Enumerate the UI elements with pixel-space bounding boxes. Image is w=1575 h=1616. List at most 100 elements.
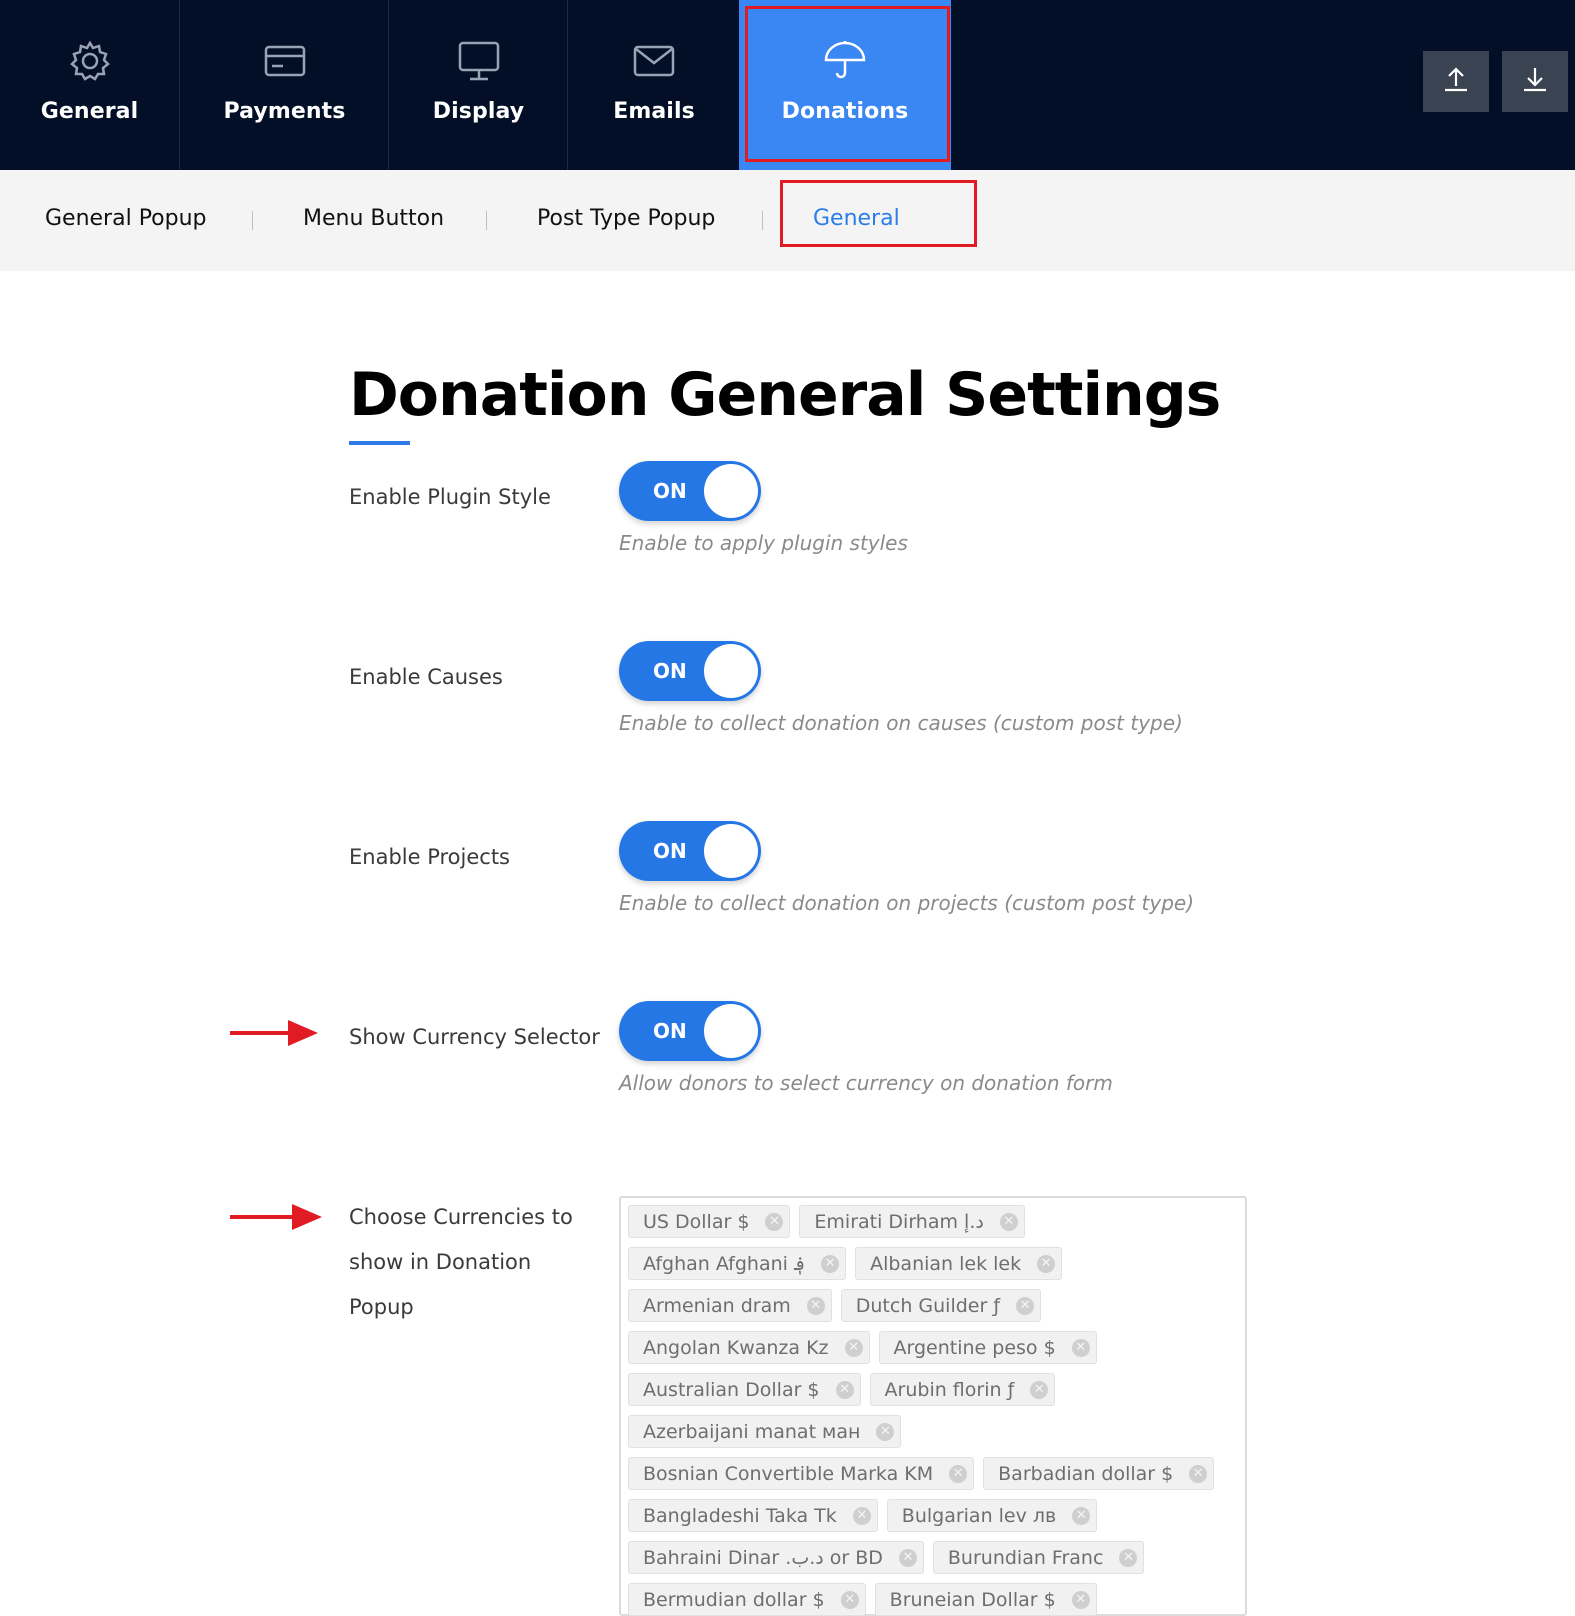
currency-chip: Bermudian dollar $ ✕	[628, 1583, 866, 1616]
currency-chip-label: Argentine peso $	[893, 1336, 1056, 1359]
currency-chip: Bosnian Convertible Marka KM ✕	[628, 1457, 975, 1490]
currency-chip-label: US Dollar $	[643, 1210, 750, 1233]
currency-chip: Dutch Guilder ƒ ✕	[840, 1289, 1042, 1322]
page-title: Donation General Settings	[349, 360, 1221, 430]
sub-nav: General Popup Menu Button Post Type Popu…	[0, 170, 1575, 271]
monitor-icon	[457, 40, 501, 82]
currencies-multiselect[interactable]: US Dollar $ ✕ Emirati Dirham د.إ ✕ Afghan Af…	[619, 1196, 1247, 1616]
currency-chip-label: Bruneian Dollar $	[889, 1588, 1056, 1611]
currency-chip-label: Angolan Kwanza Kz	[643, 1336, 829, 1359]
setting-label-currency-selector: Show Currency Selector	[349, 1025, 600, 1049]
currency-chip-label: Australian Dollar $	[643, 1378, 820, 1401]
currency-chip: Bahraini Dinar .د.ب or BD ✕	[628, 1541, 924, 1574]
setting-label-causes: Enable Causes	[349, 665, 503, 689]
remove-chip-icon[interactable]: ✕	[844, 1338, 863, 1357]
currency-chip-label: Bulgarian lev лв	[901, 1504, 1057, 1527]
currency-chip: Azerbaijani manat ман ✕	[628, 1415, 902, 1448]
gear-icon	[68, 40, 112, 82]
toggle-state: ON	[653, 839, 687, 863]
currency-chip-label: Afghan Afghani ؋	[643, 1252, 806, 1275]
highlight-box-general	[780, 180, 977, 247]
plugin-style-toggle[interactable]: ON	[619, 461, 761, 521]
currency-chip-label: Dutch Guilder ƒ	[855, 1294, 1001, 1317]
remove-chip-icon[interactable]: ✕	[876, 1422, 895, 1441]
subtab-divider	[762, 211, 763, 230]
toggle-state: ON	[653, 479, 687, 503]
setting-label-projects: Enable Projects	[349, 845, 510, 869]
currency-chip: Albanian lek lek ✕	[855, 1247, 1063, 1280]
setting-description: Enable to collect donation on causes (cu…	[619, 711, 1183, 735]
tab-payments[interactable]: Payments	[181, 0, 389, 170]
tab-label: Payments	[223, 99, 346, 124]
setting-label-currencies: Choose Currencies to show in Donation Po…	[349, 1195, 573, 1330]
setting-description: Allow donors to select currency on donat…	[619, 1071, 1113, 1095]
toggle-knob	[704, 824, 758, 878]
toggle-knob	[704, 644, 758, 698]
red-arrow-icon	[230, 1204, 322, 1230]
remove-chip-icon[interactable]: ✕	[806, 1296, 825, 1315]
download-icon	[1521, 65, 1549, 98]
subtab-general-popup[interactable]: General Popup	[45, 206, 207, 231]
remove-chip-icon[interactable]: ✕	[852, 1506, 871, 1525]
remove-chip-icon[interactable]: ✕	[1030, 1380, 1049, 1399]
remove-chip-icon[interactable]: ✕	[1071, 1338, 1090, 1357]
export-button[interactable]	[1423, 51, 1489, 112]
remove-chip-icon[interactable]: ✕	[1189, 1464, 1208, 1483]
currency-chip: Angolan Kwanza Kz ✕	[628, 1331, 870, 1364]
currency-chip-label: Azerbaijani manat ман	[643, 1420, 861, 1443]
currency-chip-label: Albanian lek lek	[870, 1252, 1022, 1275]
subtab-post-type-popup[interactable]: Post Type Popup	[537, 206, 715, 231]
tab-general[interactable]: General	[0, 0, 180, 170]
remove-chip-icon[interactable]: ✕	[835, 1380, 854, 1399]
setting-description: Enable to collect donation on projects (…	[619, 891, 1195, 915]
tab-emails[interactable]: Emails	[569, 0, 739, 170]
credit-card-icon	[263, 40, 307, 82]
highlight-box-donations	[745, 6, 950, 162]
subtab-divider	[486, 211, 487, 230]
import-button[interactable]	[1502, 51, 1568, 112]
remove-chip-icon[interactable]: ✕	[1037, 1254, 1056, 1273]
currency-chip: Emirati Dirham د.إ ✕	[799, 1205, 1025, 1238]
remove-chip-icon[interactable]: ✕	[821, 1254, 840, 1273]
top-nav: General Payments Display Emails Donation…	[0, 0, 1575, 170]
envelope-icon	[632, 40, 676, 82]
currency-chip: Arubin florin ƒ ✕	[869, 1373, 1056, 1406]
remove-chip-icon[interactable]: ✕	[1071, 1590, 1090, 1609]
causes-toggle[interactable]: ON	[619, 641, 761, 701]
currency-chip-label: Bangladeshi Taka Tk	[643, 1504, 837, 1527]
remove-chip-icon[interactable]: ✕	[1072, 1506, 1091, 1525]
currency-chip-label: Barbadian dollar $	[998, 1462, 1174, 1485]
remove-chip-icon[interactable]: ✕	[1119, 1548, 1138, 1567]
tab-label: Display	[432, 99, 525, 124]
label-line: Choose Currencies to	[349, 1205, 573, 1229]
currency-chip: Armenian dram ✕	[628, 1289, 832, 1322]
currency-chip: Bangladeshi Taka Tk ✕	[628, 1499, 878, 1532]
remove-chip-icon[interactable]: ✕	[898, 1548, 917, 1567]
label-line: Popup	[349, 1295, 414, 1319]
subtab-menu-button[interactable]: Menu Button	[303, 206, 444, 231]
setting-description: Enable to apply plugin styles	[619, 531, 908, 555]
currency-chip: Australian Dollar $ ✕	[628, 1373, 861, 1406]
remove-chip-icon[interactable]: ✕	[949, 1464, 968, 1483]
currency-chip: Barbadian dollar $ ✕	[983, 1457, 1215, 1490]
tab-label: General	[40, 99, 139, 124]
projects-toggle[interactable]: ON	[619, 821, 761, 881]
remove-chip-icon[interactable]: ✕	[840, 1590, 859, 1609]
upload-icon	[1442, 65, 1470, 98]
remove-chip-icon[interactable]: ✕	[1016, 1296, 1035, 1315]
remove-chip-icon[interactable]: ✕	[999, 1212, 1018, 1231]
tab-display[interactable]: Display	[390, 0, 568, 170]
currency-chip-label: Bosnian Convertible Marka KM	[643, 1462, 934, 1485]
currency-chip: US Dollar $ ✕	[628, 1205, 791, 1238]
currency-chip: Bruneian Dollar $ ✕	[874, 1583, 1097, 1616]
red-arrow-icon	[230, 1020, 318, 1046]
subtab-divider	[252, 211, 253, 230]
currency-chip-label: Emirati Dirham د.إ	[814, 1210, 984, 1233]
currency-chip-label: Bahraini Dinar .د.ب or BD	[643, 1546, 883, 1569]
currency-selector-toggle[interactable]: ON	[619, 1001, 761, 1061]
tab-label: Emails	[613, 99, 695, 124]
currency-chip: Argentine peso $ ✕	[878, 1331, 1097, 1364]
currency-chip-label: Burundian Franc	[947, 1546, 1104, 1569]
currency-chips: US Dollar $ ✕ Emirati Dirham د.إ ✕ Afghan Af…	[628, 1205, 1238, 1616]
remove-chip-icon[interactable]: ✕	[765, 1212, 784, 1231]
